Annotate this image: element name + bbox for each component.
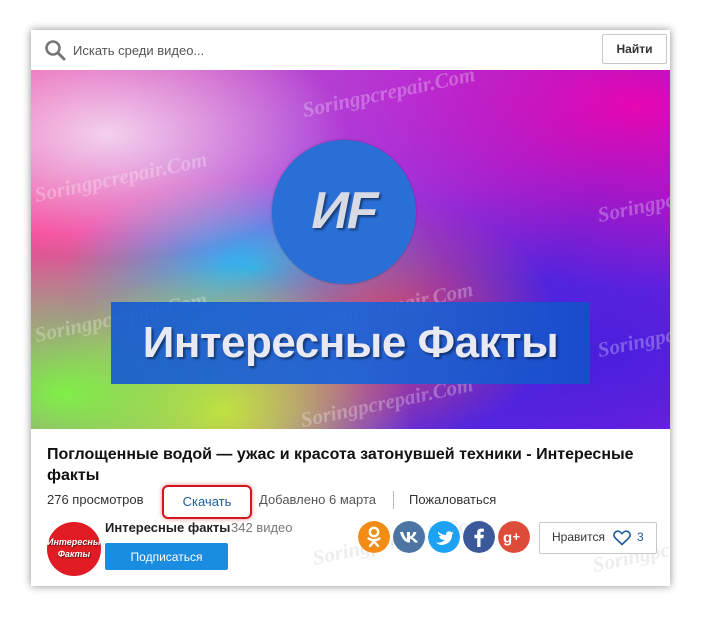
search-input[interactable] (73, 39, 583, 61)
avatar-text: Интересные Факты (47, 537, 101, 559)
divider (393, 491, 394, 509)
search-icon (45, 40, 66, 61)
vk-icon[interactable] (393, 521, 425, 553)
watermark: Soringpcrepair.Com (595, 302, 670, 363)
subscribe-button[interactable]: Подписаться (105, 543, 228, 570)
logo-text: ИF (311, 182, 378, 240)
view-count: 276 просмотров (47, 492, 144, 507)
search-bar: Найти (31, 30, 670, 70)
like-count: 3 (637, 530, 644, 544)
video-thumbnail[interactable]: Soringpcrepair.Com Soringpcrepair.Com So… (31, 62, 670, 432)
search-button[interactable]: Найти (602, 34, 667, 64)
video-title: Поглощенные водой — ужас и красота затон… (47, 446, 634, 484)
channel-logo-circle: ИF (272, 140, 416, 284)
google-plus-icon[interactable]: g + (498, 521, 530, 553)
report-link[interactable]: Пожаловаться (409, 492, 496, 507)
like-label: Нравится (552, 530, 605, 544)
channel-video-count: 342 видео (231, 520, 293, 535)
facebook-icon[interactable] (463, 521, 495, 553)
heart-icon (613, 530, 631, 546)
svg-text:g: g (503, 530, 512, 547)
thumbnail-banner: Интересные Факты (111, 302, 590, 384)
video-card: Найти Soringpcrepair.Com Soringpcrepair.… (31, 30, 670, 586)
watermark: Soringpcrepair.Com (32, 147, 210, 208)
banner-text: Интересные Факты (142, 318, 559, 367)
watermark: Soringpcrepair.Com (300, 62, 478, 123)
like-button[interactable]: Нравится 3 (539, 522, 657, 554)
twitter-icon[interactable] (428, 521, 460, 553)
download-link[interactable]: Скачать (162, 485, 252, 519)
channel-name[interactable]: Интересные факты (105, 520, 230, 535)
date-added: Добавлено 6 марта (259, 492, 376, 507)
watermark: Soringpcrepair.Com (595, 167, 670, 228)
channel-avatar[interactable]: Интересные Факты (47, 522, 101, 576)
svg-text:+: + (513, 529, 521, 544)
odnoklassniki-icon[interactable] (358, 521, 390, 553)
